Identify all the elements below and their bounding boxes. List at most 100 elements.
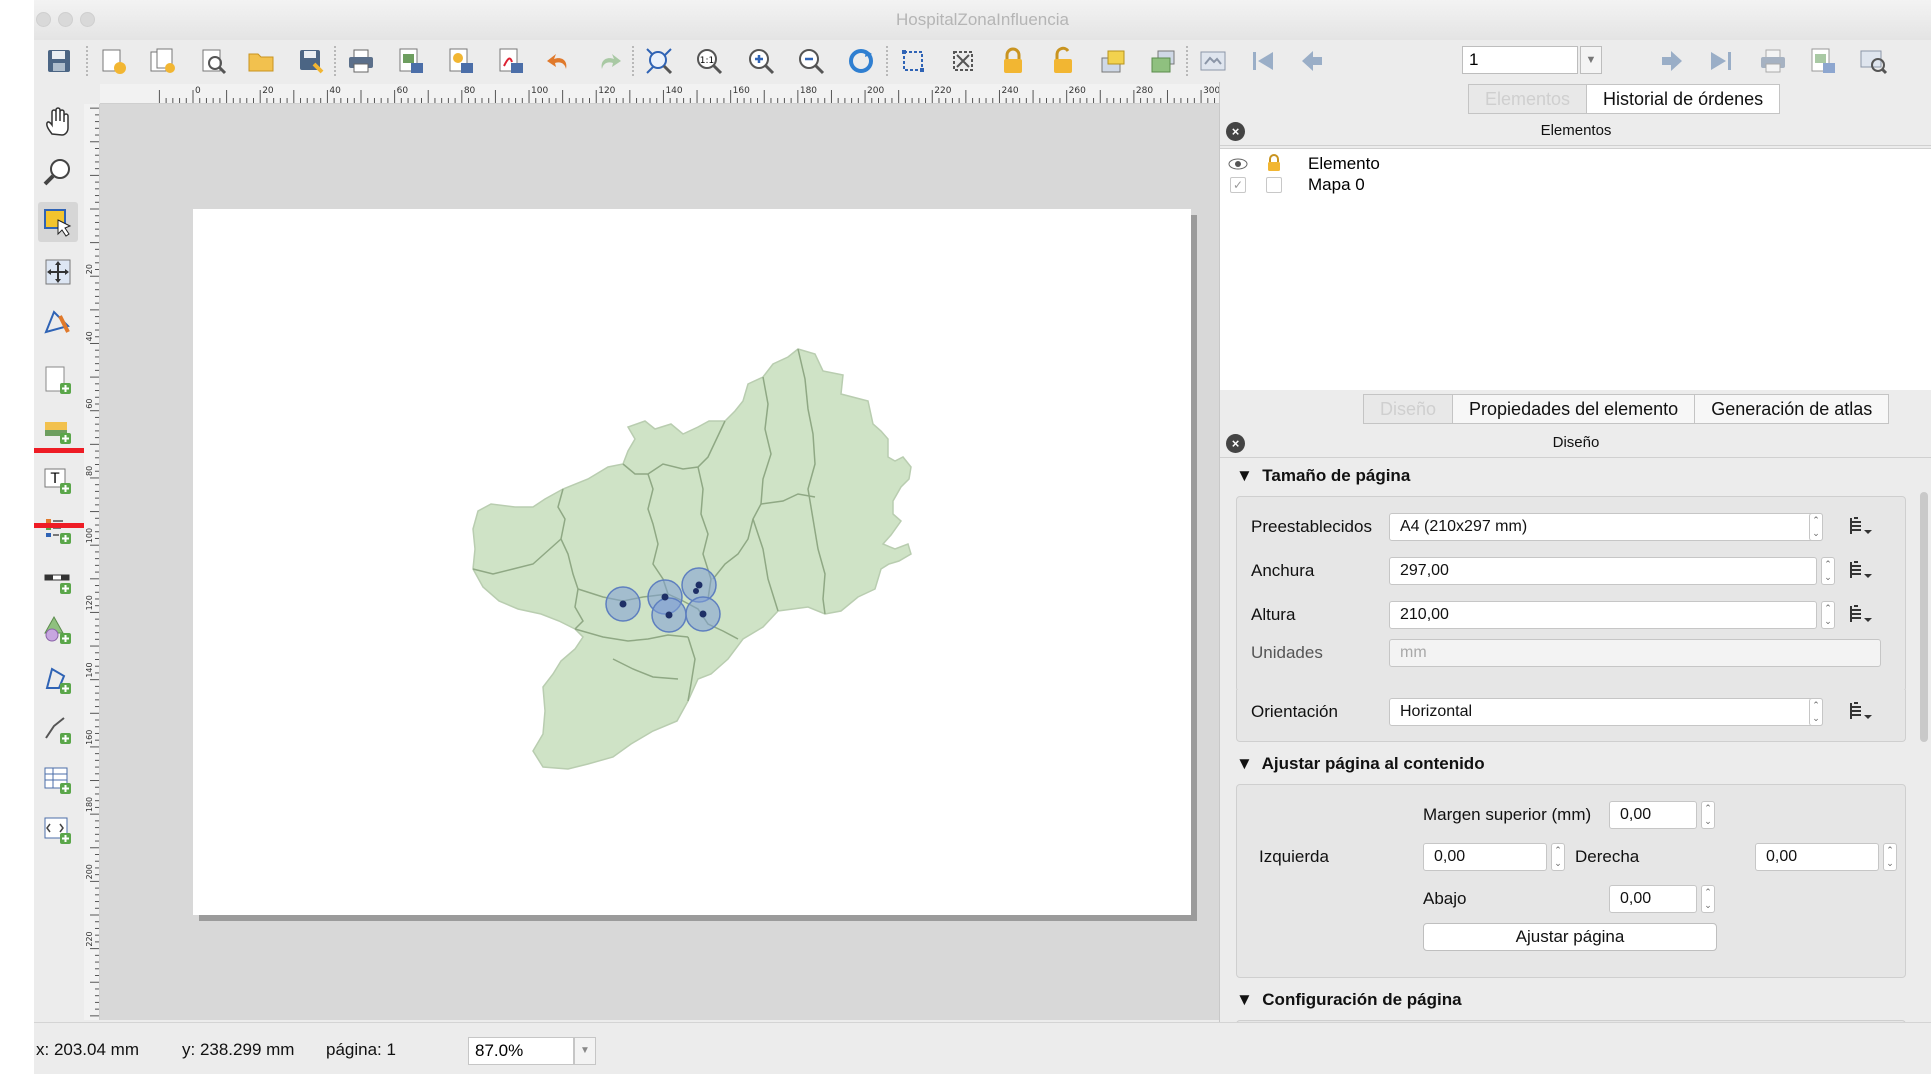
width-field[interactable]: 297,00 [1389,557,1817,585]
tab-history[interactable]: Historial de órdenes [1586,84,1781,114]
presets-stepper[interactable]: ⌃ ⌄ [1809,513,1823,541]
items-list[interactable]: Elemento ✓ Mapa 0 [1220,148,1931,390]
lock-icon [1268,154,1280,171]
left-margin-stepper[interactable]: ⌃ ⌄ [1551,843,1565,871]
tab-item-properties[interactable]: Propiedades del elemento [1452,394,1696,424]
refresh-icon[interactable] [844,44,878,78]
composer-manager-icon[interactable] [196,44,230,78]
duplicate-composer-icon[interactable] [146,44,180,78]
tab-composition[interactable]: Diseño [1363,394,1454,424]
add-map-icon[interactable] [38,360,78,400]
select-move-icon[interactable] [38,202,78,242]
print-icon[interactable] [344,44,378,78]
new-composer-icon[interactable] [96,44,130,78]
tab-items[interactable]: Elementos [1468,84,1588,114]
section-page-size[interactable]: ▼ Tamaño de página [1236,466,1410,486]
deselect-icon[interactable] [946,44,980,78]
zoom-dropdown[interactable]: ▼ [574,1037,596,1065]
close-icon[interactable]: × [1226,122,1245,141]
data-defined-button[interactable] [1843,698,1879,726]
data-defined-button[interactable] [1843,513,1879,541]
bottom-margin-stepper[interactable]: ⌃ ⌄ [1701,885,1715,913]
redo-icon[interactable] [592,44,626,78]
ruler-label: 180 [800,86,817,96]
ruler-label: 120 [85,595,94,610]
pan-icon[interactable] [38,102,78,142]
atlas-page-input[interactable]: 1 [1462,46,1578,74]
ruler-label: 180 [85,797,94,812]
layout-canvas[interactable] [100,104,1250,1020]
save-template-icon[interactable] [294,44,328,78]
layout-page[interactable] [193,209,1191,915]
atlas-settings-icon[interactable] [1856,44,1890,78]
add-scalebar-icon[interactable] [38,560,78,600]
section-page-config[interactable]: ▼ Configuración de página [1236,990,1462,1010]
lower-icon[interactable] [1146,44,1180,78]
visibility-checkbox[interactable]: ✓ [1230,177,1246,193]
atlas-page-dropdown[interactable]: ▼ [1580,46,1602,74]
open-template-icon[interactable] [244,44,278,78]
lock-icon[interactable] [996,44,1030,78]
right-margin-stepper[interactable]: ⌃ ⌄ [1883,843,1897,871]
export-atlas-icon[interactable] [1806,44,1840,78]
atlas-preview-icon[interactable] [1196,44,1230,78]
add-html-icon[interactable] [38,810,78,850]
list-item[interactable]: ✓ Mapa 0 [1220,175,1931,195]
export-svg-icon[interactable] [444,44,478,78]
close-icon[interactable]: × [1226,434,1245,453]
tab-atlas-generation[interactable]: Generación de atlas [1694,394,1890,424]
edit-nodes-icon[interactable] [38,302,78,342]
add-polygon-icon[interactable] [38,660,78,700]
zoom-full-icon[interactable] [642,44,676,78]
ruler-label: 140 [665,86,682,96]
top-margin-field[interactable]: 0,00 [1609,801,1697,829]
zoom-out-icon[interactable] [794,44,828,78]
last-feature-icon[interactable] [1704,44,1738,78]
zoom-in-icon[interactable] [744,44,778,78]
raise-icon[interactable] [1096,44,1130,78]
next-feature-icon[interactable] [1654,44,1688,78]
ruler-label: 20 [85,264,94,274]
minimize-window-button[interactable] [58,12,73,27]
add-shape-icon[interactable] [38,610,78,650]
close-window-button[interactable] [36,12,51,27]
map-item[interactable] [463,339,983,849]
height-stepper[interactable]: ⌃ ⌄ [1821,601,1835,629]
data-defined-button[interactable] [1843,601,1879,629]
first-feature-icon[interactable] [1246,44,1280,78]
export-pdf-icon[interactable] [494,44,528,78]
lock-checkbox[interactable] [1266,177,1282,193]
add-polyline-icon[interactable] [38,710,78,750]
select-all-icon[interactable] [896,44,930,78]
data-defined-icon [1850,561,1872,578]
right-margin-field[interactable]: 0,00 [1755,843,1879,871]
orientation-stepper[interactable]: ⌃ ⌄ [1809,698,1823,726]
bottom-margin-field[interactable]: 0,00 [1609,885,1697,913]
move-content-icon[interactable] [38,252,78,292]
ruler-label: 20 [262,86,274,96]
fit-page-button[interactable]: Ajustar página [1423,923,1717,951]
items-panel-title: Elementos [1540,122,1612,139]
zoom-actual-icon[interactable]: 1:1 [692,44,726,78]
width-stepper[interactable]: ⌃ ⌄ [1821,557,1835,585]
section-fit-page[interactable]: ▼ Ajustar página al contenido [1236,754,1485,774]
top-margin-stepper[interactable]: ⌃ ⌄ [1701,801,1715,829]
panel-scrollbar[interactable] [1920,492,1928,742]
zoom-field[interactable]: 87.0% [468,1037,574,1065]
left-margin-field[interactable]: 0,00 [1423,843,1547,871]
presets-select[interactable]: A4 (210x297 mm) [1389,513,1823,541]
add-image-icon[interactable] [38,410,78,450]
zoom-window-button[interactable] [80,12,95,27]
add-table-icon[interactable] [38,760,78,800]
unlock-icon[interactable] [1046,44,1080,78]
print-atlas-icon[interactable] [1756,44,1790,78]
orientation-select[interactable]: Horizontal [1389,698,1823,726]
prev-feature-icon[interactable] [1296,44,1330,78]
height-field[interactable]: 210,00 [1389,601,1817,629]
units-select[interactable]: mm [1389,639,1881,667]
save-icon[interactable] [42,44,76,78]
undo-icon[interactable] [542,44,576,78]
zoom-tool-icon[interactable] [38,152,78,192]
data-defined-button[interactable] [1843,557,1879,585]
export-image-icon[interactable] [394,44,428,78]
